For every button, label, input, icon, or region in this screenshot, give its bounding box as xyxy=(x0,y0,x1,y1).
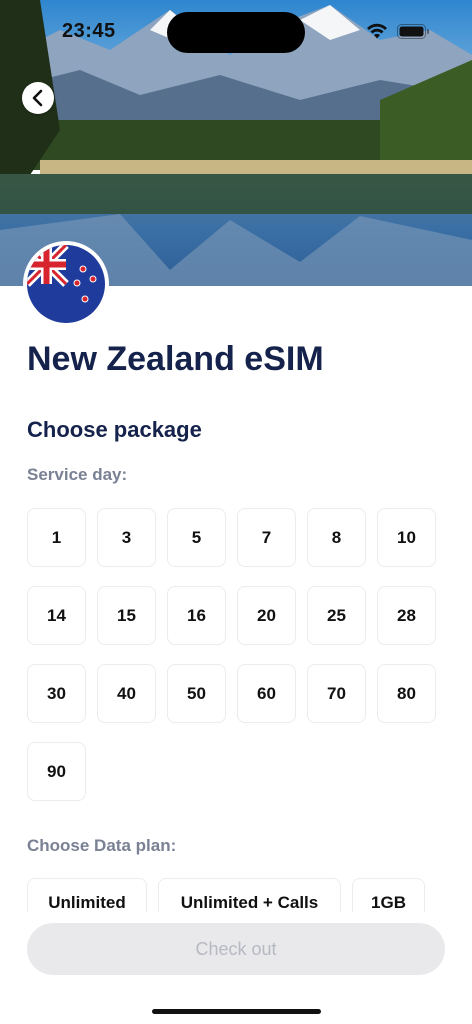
service-day-option[interactable]: 28 xyxy=(377,586,436,645)
service-day-option[interactable]: 3 xyxy=(97,508,156,567)
status-bar: 23:45 xyxy=(0,0,472,60)
service-day-option[interactable]: 14 xyxy=(27,586,86,645)
battery-icon xyxy=(397,24,429,39)
new-zealand-flag-icon xyxy=(23,241,109,327)
service-day-option[interactable]: 25 xyxy=(307,586,366,645)
service-day-option[interactable]: 70 xyxy=(307,664,366,723)
service-day-option[interactable]: 90 xyxy=(27,742,86,801)
service-day-option[interactable]: 30 xyxy=(27,664,86,723)
service-day-option[interactable]: 8 xyxy=(307,508,366,567)
data-plan-label: Choose Data plan: xyxy=(27,836,177,855)
service-day-option[interactable]: 10 xyxy=(377,508,436,567)
checkout-button[interactable]: Check out xyxy=(27,923,445,975)
chevron-left-icon xyxy=(32,89,43,107)
service-day-option[interactable]: 60 xyxy=(237,664,296,723)
service-day-option[interactable]: 20 xyxy=(237,586,296,645)
service-day-option[interactable]: 50 xyxy=(167,664,226,723)
service-day-option[interactable]: 16 xyxy=(167,586,226,645)
service-day-option[interactable]: 40 xyxy=(97,664,156,723)
service-day-label: Service day: xyxy=(27,465,128,484)
wifi-icon xyxy=(367,23,387,39)
page-title: New Zealand eSIM xyxy=(27,340,324,378)
home-indicator xyxy=(152,1009,321,1014)
choose-package-heading: Choose package xyxy=(27,417,202,442)
service-day-option[interactable]: 7 xyxy=(237,508,296,567)
service-day-option[interactable]: 5 xyxy=(167,508,226,567)
status-time: 23:45 xyxy=(62,20,116,42)
service-day-option[interactable]: 1 xyxy=(27,508,86,567)
dynamic-island xyxy=(167,12,305,53)
back-button[interactable] xyxy=(22,82,54,114)
service-day-option[interactable]: 80 xyxy=(377,664,436,723)
service-day-option[interactable]: 15 xyxy=(97,586,156,645)
